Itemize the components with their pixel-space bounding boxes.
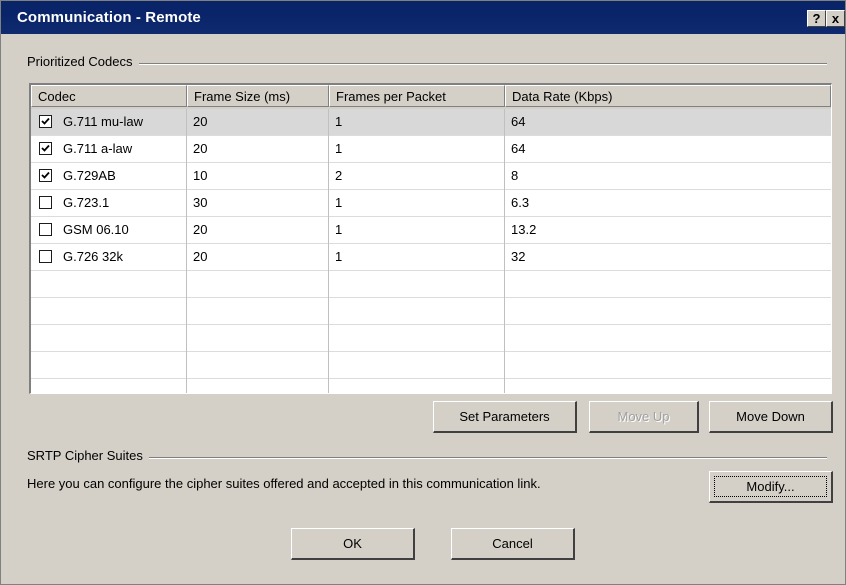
modify-button[interactable]: Modify...	[709, 471, 833, 503]
move-down-button[interactable]: Move Down	[709, 401, 833, 433]
cancel-label: Cancel	[492, 536, 533, 551]
codecs-group-divider	[27, 63, 827, 65]
codec-list[interactable]: Codec Frame Size (ms) Frames per Packet …	[29, 83, 832, 394]
frames-per-packet-cell: 1	[335, 222, 343, 237]
codec-name: G.711 mu-law	[63, 114, 143, 129]
column-divider	[186, 109, 187, 393]
cancel-button[interactable]: Cancel	[451, 528, 575, 560]
move-down-label: Move Down	[736, 409, 805, 424]
codec-row[interactable]: G.723.1 30 1 6.3	[31, 190, 831, 216]
focus-rectangle	[714, 476, 827, 497]
data-rate-cell: 64	[511, 114, 526, 129]
data-rate-cell: 6.3	[511, 195, 530, 210]
help-button[interactable]: ?	[807, 10, 826, 27]
frame-size-cell: 20	[193, 141, 208, 156]
frame-size-cell: 10	[193, 168, 208, 183]
row-gridline	[31, 297, 831, 298]
move-up-label: Move Up	[617, 409, 670, 424]
unchecked-checkbox[interactable]	[39, 250, 52, 263]
checked-checkbox[interactable]	[39, 142, 52, 155]
unchecked-checkbox[interactable]	[39, 223, 52, 236]
column-header-codec[interactable]: Codec	[31, 85, 187, 107]
frames-per-packet-cell: 1	[335, 195, 343, 210]
move-up-button[interactable]: Move Up	[589, 401, 699, 433]
dialog-window: Communication - Remote ? x Prioritized C…	[0, 0, 846, 585]
srtp-description: Here you can configure the cipher suites…	[27, 476, 541, 491]
data-rate-cell: 8	[511, 168, 519, 183]
row-gridline	[31, 351, 831, 352]
frames-per-packet-cell: 1	[335, 114, 343, 129]
frame-size-cell: 20	[193, 222, 208, 237]
codec-name: G.723.1	[63, 195, 110, 210]
codec-row[interactable]: G.711 a-law 20 1 64	[31, 136, 831, 162]
column-header-frames-per-packet[interactable]: Frames per Packet	[329, 85, 505, 107]
column-header-frame-size[interactable]: Frame Size (ms)	[187, 85, 329, 107]
codec-list-header: Codec Frame Size (ms) Frames per Packet …	[31, 85, 831, 109]
frame-size-cell: 30	[193, 195, 208, 210]
frames-per-packet-cell: 1	[335, 249, 343, 264]
window-title: Communication - Remote	[17, 9, 201, 26]
frames-per-packet-cell: 1	[335, 141, 343, 156]
frames-per-packet-cell: 2	[335, 168, 343, 183]
row-gridline	[31, 324, 831, 325]
unchecked-checkbox[interactable]	[39, 196, 52, 209]
set-parameters-button[interactable]: Set Parameters	[433, 401, 577, 433]
codec-row[interactable]: GSM 06.10 20 1 13.2	[31, 217, 831, 243]
title-bar[interactable]: Communication - Remote ? x	[1, 1, 845, 34]
checked-checkbox[interactable]	[39, 115, 52, 128]
column-divider	[504, 109, 505, 393]
column-header-data-rate[interactable]: Data Rate (Kbps)	[505, 85, 831, 107]
close-button[interactable]: x	[826, 10, 845, 27]
codecs-group-label: Prioritized Codecs	[27, 54, 139, 69]
codec-row[interactable]: G.726 32k 20 1 32	[31, 244, 831, 270]
codec-name: G.711 a-law	[63, 141, 133, 156]
set-parameters-label: Set Parameters	[459, 409, 550, 424]
codec-name: G.729AB	[63, 168, 116, 183]
codec-row[interactable]: G.729AB 10 2 8	[31, 163, 831, 189]
srtp-group-label: SRTP Cipher Suites	[27, 448, 149, 463]
frame-size-cell: 20	[193, 114, 208, 129]
codec-row[interactable]: G.711 mu-law 20 1 64	[31, 109, 831, 135]
data-rate-cell: 32	[511, 249, 526, 264]
codec-name: GSM 06.10	[63, 222, 129, 237]
checked-checkbox[interactable]	[39, 169, 52, 182]
frame-size-cell: 20	[193, 249, 208, 264]
ok-label: OK	[343, 536, 362, 551]
data-rate-cell: 64	[511, 141, 526, 156]
column-divider	[328, 109, 329, 393]
row-gridline	[31, 378, 831, 379]
row-gridline	[31, 270, 831, 271]
codec-name: G.726 32k	[63, 249, 123, 264]
data-rate-cell: 13.2	[511, 222, 537, 237]
ok-button[interactable]: OK	[291, 528, 415, 560]
